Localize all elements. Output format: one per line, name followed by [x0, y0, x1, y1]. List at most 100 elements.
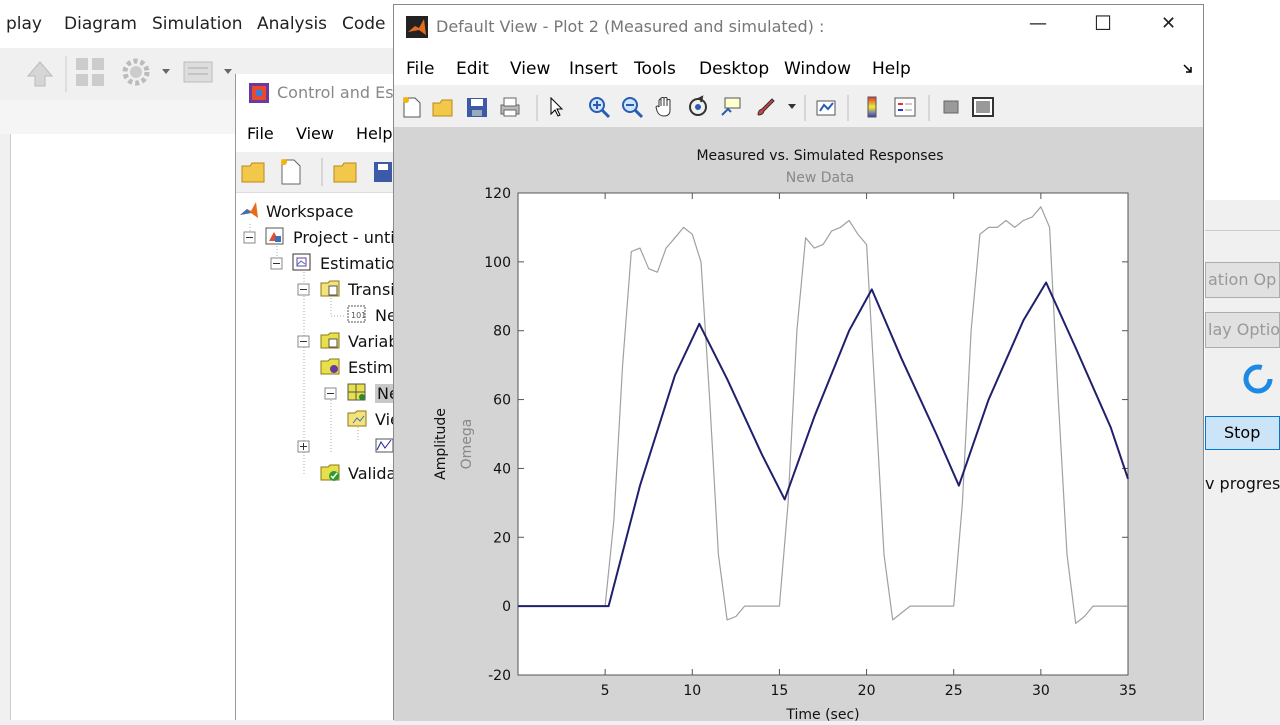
tree-item-validation[interactable]: Valida	[348, 464, 396, 483]
matlab-logo-icon	[406, 16, 428, 38]
minimize-button[interactable]: —	[1029, 13, 1047, 34]
data-cursor-icon[interactable]	[719, 95, 743, 119]
menu-code[interactable]: Code	[342, 14, 386, 34]
cet-toolbar	[236, 152, 401, 193]
cet-toolbar-icons	[241, 158, 392, 186]
cet-menu-file[interactable]: File	[247, 124, 274, 143]
menu-tools[interactable]: Tools	[634, 59, 676, 79]
zoom-out-icon[interactable]	[620, 95, 644, 119]
chevron-down-icon[interactable]	[162, 69, 170, 74]
select-pointer-icon[interactable]	[544, 95, 568, 119]
control-estimation-window: Control and Est File View Help Workspace…	[235, 74, 405, 720]
estimation-options-button[interactable]: ation Op	[1205, 262, 1280, 298]
y-tick-label: 80	[493, 324, 511, 340]
zoom-in-icon[interactable]	[587, 95, 611, 119]
gear-icon[interactable]	[122, 58, 150, 86]
menu-analysis[interactable]: Analysis	[257, 14, 327, 34]
project-icon	[265, 227, 284, 245]
close-button[interactable]: ✕	[1161, 13, 1176, 34]
rotate-3d-icon[interactable]	[686, 95, 710, 119]
tree-item-workspace[interactable]: Workspace	[266, 202, 353, 221]
display-options-button[interactable]: lay Optio	[1205, 312, 1280, 348]
tree-item-project[interactable]: Project - unti	[293, 228, 395, 247]
views-folder-icon	[347, 410, 367, 427]
validation-folder-icon	[320, 464, 340, 481]
y-tick-label: -20	[488, 668, 511, 684]
chart-title: Measured vs. Simulated Responses	[696, 148, 943, 164]
maximize-button[interactable]: ☐	[1094, 11, 1112, 35]
hide-plot-tools-icon[interactable]	[939, 95, 963, 119]
x-tick-label: 30	[1032, 683, 1050, 699]
tree-expander-estimation[interactable]	[270, 257, 283, 270]
chevron-down-icon[interactable]	[787, 103, 797, 111]
tree-expander-views[interactable]	[324, 387, 337, 400]
model-browser-icon[interactable]	[76, 58, 104, 86]
response-chart[interactable]: Measured vs. Simulated Responses New Dat…	[394, 127, 1203, 723]
menu-help[interactable]: Help	[872, 59, 911, 79]
stop-button[interactable]: Stop	[1205, 416, 1280, 450]
menu-insert[interactable]: Insert	[569, 59, 618, 79]
y-tick-label: 100	[484, 255, 511, 271]
estimation-task-icon	[292, 253, 311, 271]
cet-menubar: File View Help	[236, 118, 401, 150]
figure-titlebar: Default View - Plot 2 (Measured and simu…	[394, 5, 1203, 49]
pan-hand-icon[interactable]	[653, 95, 677, 119]
new-figure-icon[interactable]	[400, 95, 424, 119]
y-tick-label: 0	[502, 599, 511, 615]
print-icon[interactable]	[498, 95, 522, 119]
save-icon[interactable]	[465, 95, 489, 119]
dock-arrow-icon[interactable]	[1182, 63, 1194, 75]
estimations-folder-icon	[320, 358, 340, 375]
svg-text:101: 101	[351, 311, 366, 320]
brush-icon[interactable]	[754, 95, 778, 119]
simulink-left-edge	[0, 134, 11, 720]
x-axis-label: Time (sec)	[785, 707, 859, 721]
y-tick-label: 20	[493, 530, 511, 546]
open-file-icon[interactable]	[431, 95, 455, 119]
menu-edit[interactable]: Edit	[456, 59, 489, 79]
panel-blank	[1205, 80, 1280, 200]
tree-expander-project[interactable]	[243, 231, 256, 244]
panel-divider	[1205, 230, 1280, 231]
plot-area[interactable]: Measured vs. Simulated Responses New Dat…	[394, 127, 1203, 723]
open-folder-icon[interactable]	[333, 162, 357, 183]
tree-expander-validation[interactable]	[297, 440, 310, 453]
colorbar-icon[interactable]	[860, 95, 884, 119]
cet-menu-view[interactable]: View	[296, 124, 334, 143]
progress-label: v progres	[1205, 474, 1280, 493]
tree-expander-estimations[interactable]	[297, 335, 310, 348]
legend-icon[interactable]	[893, 95, 917, 119]
toolbar-separator	[847, 95, 849, 121]
x-tick-label: 5	[601, 683, 610, 699]
menu-desktop[interactable]: Desktop	[699, 59, 769, 79]
tree-expander-transient[interactable]	[297, 283, 310, 296]
tree-item-variables[interactable]: Variab	[348, 332, 399, 351]
menu-window[interactable]: Window	[784, 59, 851, 79]
cet-menu-help[interactable]: Help	[356, 124, 392, 143]
menu-diagram[interactable]: Diagram	[64, 14, 137, 34]
x-tick-label: 25	[945, 683, 963, 699]
cet-window-title: Control and Est	[277, 83, 400, 102]
show-plot-tools-icon[interactable]	[971, 95, 995, 119]
menu-simulation[interactable]: Simulation	[152, 14, 243, 34]
cet-titlebar: Control and Est	[236, 74, 401, 114]
open-project-icon[interactable]	[241, 162, 265, 183]
x-tick-label: 35	[1119, 683, 1137, 699]
up-arrow-icon[interactable]	[26, 61, 54, 87]
y-axis-label-channel: Omega	[459, 419, 475, 470]
menu-view[interactable]: View	[510, 59, 550, 79]
plot-view-icon	[375, 438, 394, 453]
busy-spinner-icon	[1243, 364, 1273, 394]
figure-menubar: File Edit View Insert Tools Desktop Wind…	[394, 49, 1203, 85]
tree-item-transient[interactable]: Transi	[348, 280, 395, 299]
new-project-icon[interactable]	[281, 159, 301, 185]
link-plot-icon[interactable]	[814, 95, 838, 119]
menu-display[interactable]: play	[6, 14, 42, 34]
chevron-down-icon[interactable]	[224, 69, 232, 74]
figure-toolbar	[394, 87, 1203, 128]
library-icon[interactable]	[183, 61, 213, 83]
menu-file[interactable]: File	[406, 59, 434, 79]
cet-app-icon	[249, 83, 269, 103]
estimation-node-icon	[347, 383, 366, 401]
save-icon[interactable]	[374, 162, 392, 182]
